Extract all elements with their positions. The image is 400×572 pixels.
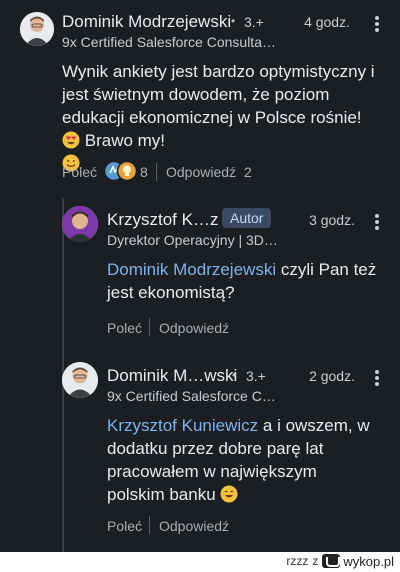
wykop-logo-icon [322, 554, 341, 568]
comment-text: Dominik Modrzejewski czyli Pan też jest … [107, 258, 377, 304]
avatar-photo-icon [20, 12, 54, 46]
author-headline: 9x Certified Salesforce C… [107, 388, 276, 404]
comment-author-name[interactable]: Krzysztof K…z [107, 210, 218, 230]
comment-time: 2 godz. [309, 368, 355, 384]
avatar-photo-icon [62, 206, 98, 242]
like-button[interactable]: Poleć [107, 518, 142, 534]
action-divider [156, 163, 157, 181]
avatar[interactable] [20, 12, 54, 46]
comment-text: Wynik ankiety jest bardzo optymistyczny … [62, 60, 384, 175]
avatar[interactable] [62, 206, 98, 242]
wykop-logo-text: wykop.pl [343, 553, 394, 569]
more-options-icon[interactable] [368, 368, 386, 388]
separator-dot: • [231, 14, 236, 28]
like-button[interactable]: Poleć [107, 320, 142, 336]
action-divider [149, 318, 150, 336]
heart-eyes-emoji [62, 131, 80, 149]
like-button[interactable]: Poleć [62, 164, 97, 180]
connection-degree: 3.+ [246, 368, 266, 384]
author-badge: Autor [222, 208, 272, 228]
reply-button[interactable]: Odpowiedź [166, 164, 236, 180]
mention-link[interactable]: Krzysztof Kuniewicz [107, 416, 258, 435]
reply-count[interactable]: 2 [244, 164, 252, 180]
credit-connector: z [312, 554, 319, 568]
comment-text: Krzysztof Kuniewicz a i owszem, w dodatk… [107, 414, 377, 506]
comment-text-part: Brawo my! [84, 131, 166, 150]
comment-author-name[interactable]: Dominik Modrzejewski [62, 12, 231, 32]
comment-time: 3 godz. [309, 212, 355, 228]
comment-time: 4 godz. [304, 14, 350, 30]
action-divider [149, 516, 150, 534]
separator-dot: • [232, 368, 237, 382]
avatar-photo-icon [62, 362, 98, 398]
author-headline: 9x Certified Salesforce Consulta… [62, 34, 276, 50]
comment-author-name[interactable]: Dominik M…wski [107, 366, 237, 386]
wykop-logo: wykop.pl [322, 554, 394, 569]
source-credit: rzzz z wykop.pl [286, 552, 394, 570]
author-headline: Dyrektor Operacyjny | 3D… [107, 232, 278, 248]
reaction-count[interactable]: 8 [140, 164, 148, 180]
mention-link[interactable]: Dominik Modrzejewski [107, 260, 276, 279]
reaction-icons[interactable] [103, 160, 138, 182]
comment-text-part: Wynik ankiety jest bardzo optymistyczny … [62, 62, 375, 127]
connection-degree: 3.+ [244, 14, 264, 30]
more-options-icon[interactable] [368, 14, 386, 34]
reply-button[interactable]: Odpowiedź [159, 518, 229, 534]
more-options-icon[interactable] [368, 212, 386, 232]
grinning-emoji [220, 485, 238, 503]
reply-button[interactable]: Odpowiedź [159, 320, 229, 336]
insightful-icon [116, 160, 138, 182]
credit-user: rzzz [286, 554, 309, 568]
comments-screen: Dominik Modrzejewski • 3.+ 4 godz. 9x Ce… [0, 0, 400, 552]
avatar[interactable] [62, 362, 98, 398]
